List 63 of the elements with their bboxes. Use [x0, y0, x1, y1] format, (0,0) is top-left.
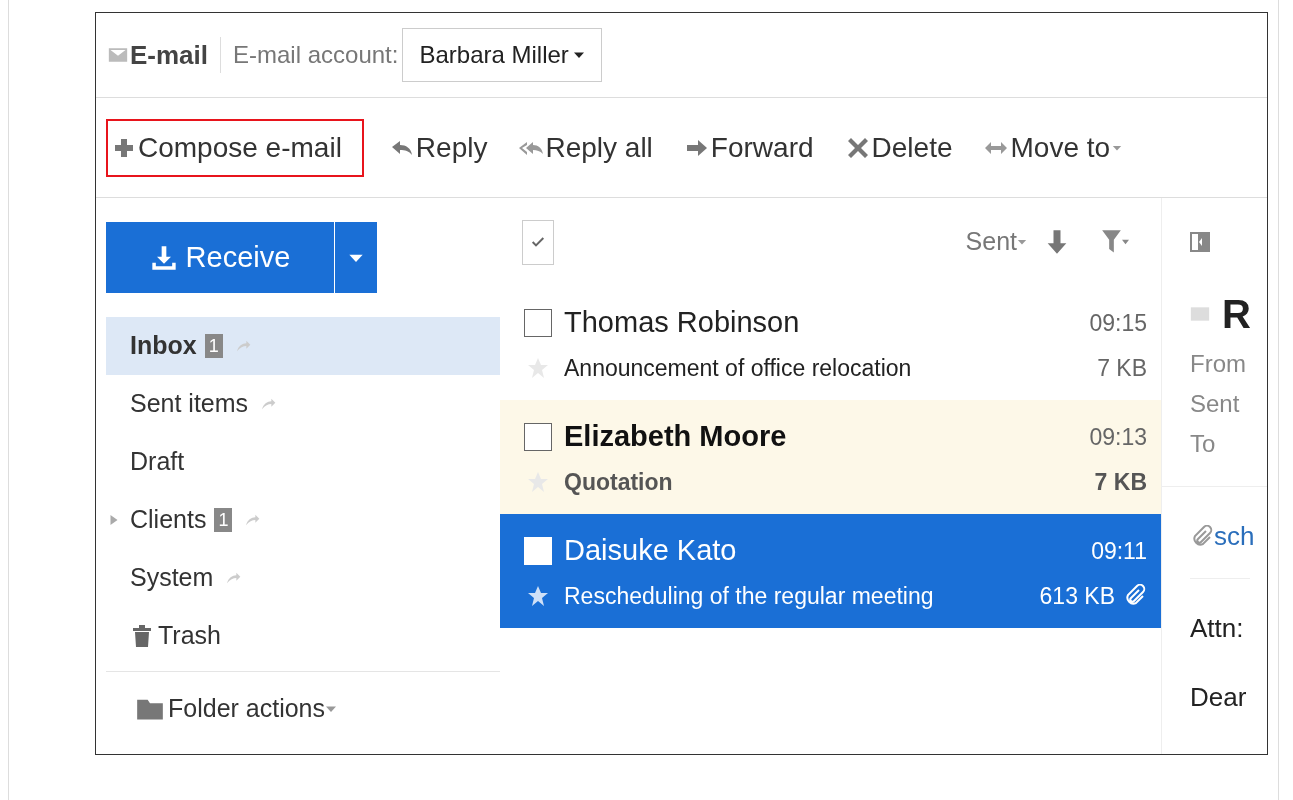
body-text: Attn:: [1190, 612, 1245, 645]
sender-name: Elizabeth Moore: [564, 419, 787, 454]
message-size: 7 KB: [1094, 467, 1147, 497]
toolbar-button[interactable]: Reply: [383, 118, 494, 177]
expand-triangle-icon: [108, 514, 120, 526]
folder-name: System: [130, 562, 214, 594]
account-label: E-mail account:: [233, 40, 399, 70]
unread-count: 1: [214, 508, 233, 532]
header-field-label: Sent: [1190, 389, 1241, 419]
folder-name: Clients: [130, 504, 207, 536]
paperclip-icon: [1190, 524, 1214, 549]
message-size: 613 KB: [1039, 581, 1115, 611]
folder-item[interactable]: Clients 1: [106, 491, 500, 549]
caret-icon: [1017, 237, 1027, 247]
toolbar-button[interactable]: Move to: [978, 118, 1129, 177]
message-size: 7 KB: [1097, 353, 1147, 383]
shared-icon: [244, 512, 261, 528]
select-all-checkbox[interactable]: [522, 219, 554, 265]
toolbar-button[interactable]: Delete: [839, 118, 959, 177]
folder-item[interactable]: Draft: [106, 433, 500, 491]
attachment-link[interactable]: sch: [1214, 517, 1255, 556]
header-field-label: From: [1190, 349, 1247, 379]
header-field-label: To: [1190, 429, 1217, 459]
body-text: Dear: [1190, 681, 1248, 714]
folder-name: Draft: [130, 446, 185, 478]
sender-name: Thomas Robinson: [564, 305, 800, 340]
toolbar-button[interactable]: Reply all: [513, 118, 659, 177]
envelope-icon: [1190, 304, 1210, 324]
message-time: 09:13: [1089, 422, 1147, 452]
folder-item[interactable]: Sent items: [106, 375, 500, 433]
message-subject: Quotation: [564, 467, 673, 497]
toolbar-button[interactable]: Compose e-mail: [106, 118, 364, 177]
unread-count: 1: [204, 334, 223, 358]
shared-icon: [225, 570, 242, 586]
folder-name: Sent items: [130, 388, 249, 420]
row-checkbox[interactable]: [524, 422, 552, 451]
message-title: R: [1222, 291, 1251, 338]
toolbar-button[interactable]: Forward: [678, 118, 820, 177]
folder-item[interactable]: System: [106, 549, 500, 607]
shared-icon: [260, 396, 277, 412]
trash-icon: [130, 622, 154, 650]
row-checkbox[interactable]: [524, 308, 552, 337]
sender-name: Daisuke Kato: [564, 533, 737, 568]
folder-name: Trash: [158, 620, 221, 652]
app-title: E-mail: [130, 38, 209, 72]
paperclip-icon: [1123, 583, 1147, 608]
message-subject: Rescheduling of the regular meeting: [564, 581, 934, 611]
folder-item[interactable]: Inbox 1: [106, 317, 500, 375]
folder-item[interactable]: Trash: [106, 607, 500, 665]
account-dropdown[interactable]: Barbara Miller: [402, 28, 602, 82]
receive-button[interactable]: Receive: [106, 222, 334, 293]
message-row[interactable]: Thomas Robinson 09:15 Announcement of office relocation 7 KB: [500, 286, 1161, 400]
message-time: 09:15: [1089, 308, 1147, 338]
download-icon: [149, 243, 178, 272]
shared-icon: [234, 338, 251, 354]
message-subject: Announcement of office relocation: [564, 353, 912, 383]
folder-name: Inbox: [130, 330, 197, 362]
envelope-icon: [106, 45, 130, 65]
sort-dropdown[interactable]: Sent: [965, 223, 1027, 261]
message-row[interactable]: Elizabeth Moore 09:13 Quotation 7 KB: [500, 400, 1161, 514]
message-row[interactable]: Daisuke Kato 09:11 Rescheduling of the regular meeting 613 KB: [500, 514, 1161, 628]
folder-actions-button[interactable]: Folder actions: [132, 690, 338, 728]
message-time: 09:11: [1091, 536, 1147, 566]
